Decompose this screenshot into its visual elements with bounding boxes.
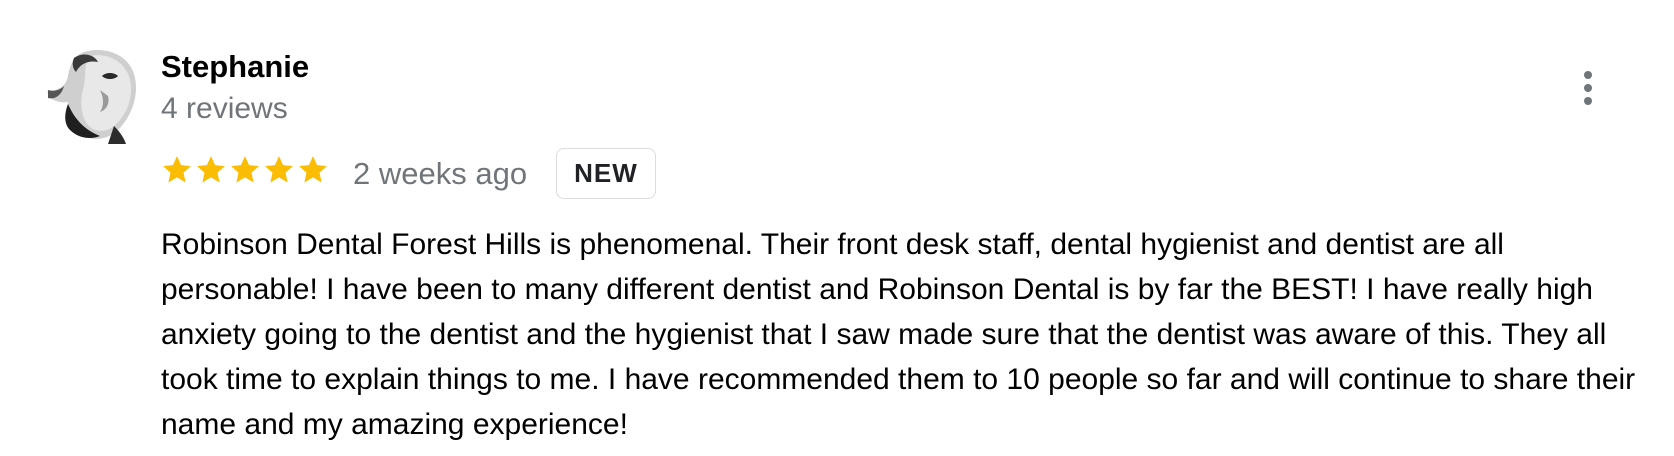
author-review-count[interactable]: 4 reviews [161,90,288,128]
avatar[interactable] [44,46,142,144]
star-icon [231,156,259,183]
review-date: 2 weeks ago [353,156,528,191]
review-card: Stephanie 4 reviews 2 weeks ago NEW Robi… [0,0,1674,456]
star-rating [160,152,330,192]
author-name[interactable]: Stephanie [161,48,309,86]
review-text: Robinson Dental Forest Hills is phenomen… [161,228,1636,441]
star-icon [197,156,225,183]
star-icon [299,156,327,183]
more-options-button[interactable] [1570,64,1606,112]
profile-photo-icon [44,46,142,144]
more-vert-icon [1584,71,1592,79]
new-badge: NEW [556,148,656,199]
star-icon [163,156,191,183]
star-icon [265,156,293,183]
